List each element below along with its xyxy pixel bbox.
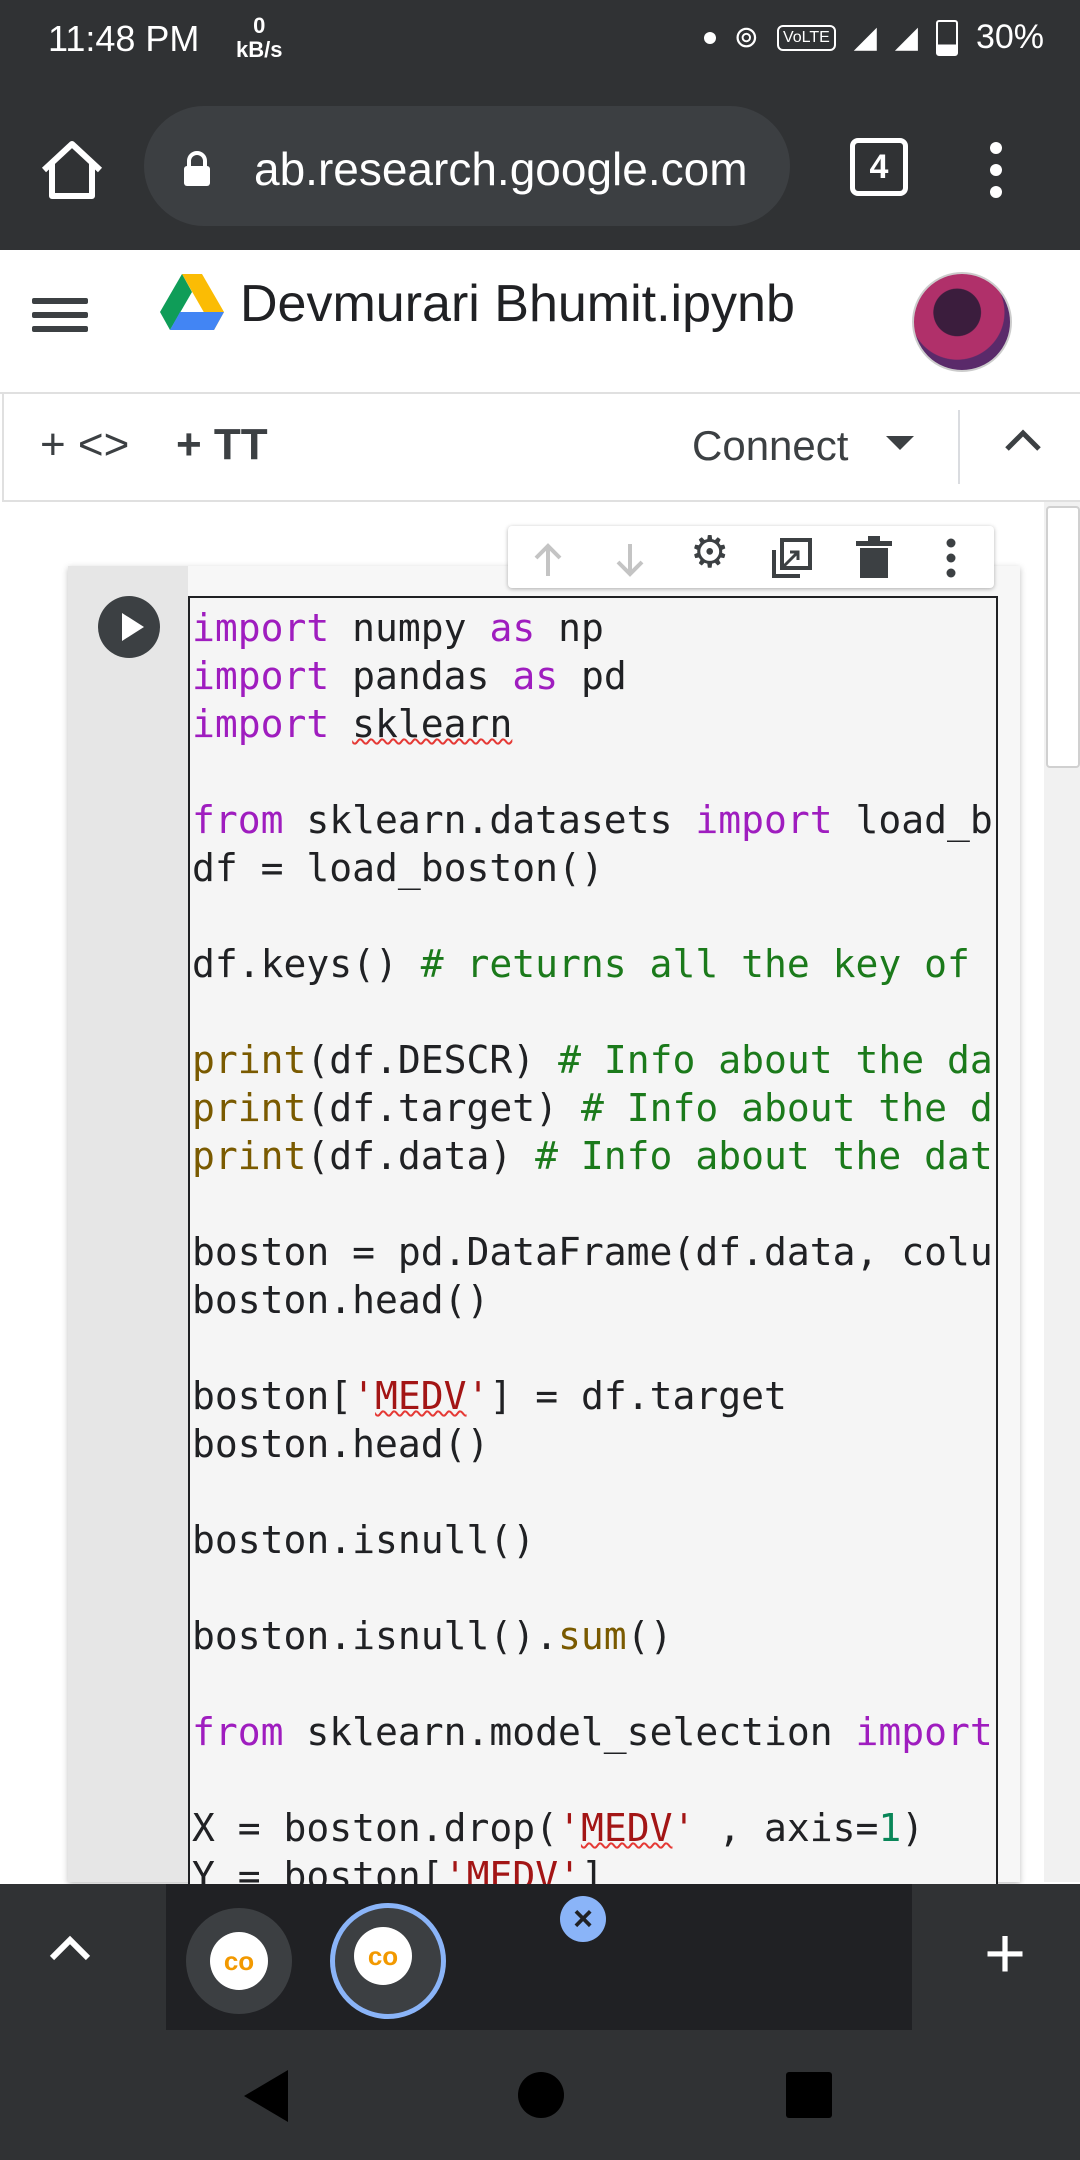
mirror-cell-icon[interactable]: [770, 536, 814, 580]
toolbar-divider: [958, 410, 960, 484]
google-drive-icon[interactable]: [160, 274, 224, 332]
home-icon[interactable]: [36, 134, 108, 206]
tab-2-active[interactable]: co: [330, 1903, 446, 2019]
recent-apps-icon[interactable]: [786, 2072, 832, 2118]
lock-icon: [184, 151, 210, 186]
code-text: import numpy as np import pandas as pd i…: [192, 606, 993, 1888]
more-vert-icon[interactable]: [986, 140, 1006, 200]
colab-logo-icon: co: [354, 1927, 412, 1985]
notebook-toolbar: + <> + TT Connect: [2, 394, 1080, 502]
tab-1[interactable]: co: [186, 1908, 292, 2014]
network-speed-unit: kB/s: [236, 37, 283, 62]
url-text: ab.research.google.com: [254, 143, 748, 195]
more-vert-icon[interactable]: [944, 538, 958, 578]
notebook-header: Devmurari Bhumit.ipynb: [0, 250, 1080, 394]
signal-2-icon: ◢: [894, 21, 918, 54]
arrow-down-icon[interactable]: [610, 540, 650, 580]
trash-icon[interactable]: [856, 536, 892, 580]
code-editor[interactable]: import numpy as np import pandas as pd i…: [188, 596, 998, 1888]
status-icons: ⊚ VoLTE ◢ ◢ 30%: [703, 18, 1044, 57]
battery-icon: [935, 19, 958, 56]
status-bar: 11:48 PM 0 kB/s ⊚ VoLTE ◢ ◢ 30%: [0, 0, 1080, 84]
browser-toolbar: ab.research.google.com 4: [0, 84, 1080, 250]
scrollbar-thumb[interactable]: [1046, 506, 1080, 768]
tab-strip: co co × +: [0, 1884, 1080, 2030]
network-speed-value: 0: [253, 13, 266, 38]
home-circle-icon[interactable]: [518, 2072, 564, 2118]
gear-icon[interactable]: ⚙: [690, 531, 729, 575]
chevron-down-icon[interactable]: [886, 436, 914, 452]
new-tab-button[interactable]: +: [984, 1914, 1026, 1994]
signal-1-icon: ◢: [853, 21, 877, 54]
chevron-up-icon[interactable]: [1004, 428, 1042, 452]
menu-icon[interactable]: [32, 290, 88, 350]
close-tab-icon[interactable]: ×: [560, 1896, 606, 1942]
colab-logo-icon: co: [210, 1932, 268, 1990]
volte-icon: VoLTE: [776, 24, 836, 51]
run-cell-button[interactable]: [98, 596, 160, 658]
notebook-title[interactable]: Devmurari Bhumit.ipynb: [240, 274, 795, 334]
notification-dot-icon: [703, 31, 716, 44]
hotspot-icon: ⊚: [733, 21, 759, 54]
battery-percent: 30%: [975, 18, 1044, 56]
chevron-up-icon[interactable]: [48, 1932, 92, 1962]
add-text-cell-button[interactable]: + TT: [176, 420, 268, 470]
network-speed: 0 kB/s: [236, 14, 282, 62]
tab-list: co co ×: [166, 1884, 912, 2030]
connect-button[interactable]: Connect: [692, 422, 848, 470]
back-icon[interactable]: [244, 2070, 288, 2122]
avatar[interactable]: [912, 272, 1012, 372]
system-nav-bar: [0, 2030, 1080, 2160]
cell-gutter: [68, 566, 188, 1882]
arrow-up-icon[interactable]: [528, 540, 568, 580]
status-time: 11:48 PM: [48, 18, 200, 59]
tab-switcher-button[interactable]: 4: [850, 138, 908, 196]
address-bar[interactable]: ab.research.google.com: [144, 106, 790, 226]
cell-toolbar: ⚙: [508, 526, 994, 588]
add-code-cell-button[interactable]: + <>: [40, 420, 129, 470]
